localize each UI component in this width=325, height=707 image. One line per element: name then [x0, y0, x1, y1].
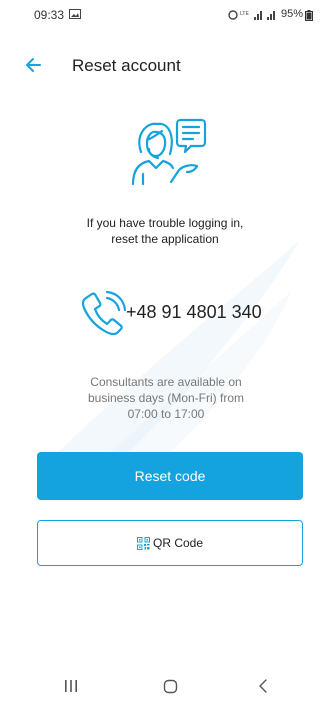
- phone-number[interactable]: +48 91 4801 340: [126, 302, 262, 323]
- network-signal-icon: LTE: [228, 10, 275, 20]
- qr-code-label: QR Code: [152, 536, 204, 550]
- reset-account-screen: 09:33 LTE 95% Reset account If you have …: [0, 0, 325, 707]
- intro-line-2: reset the application: [111, 232, 219, 246]
- recent-apps-icon[interactable]: [64, 679, 78, 693]
- system-navigation-bar: [0, 662, 325, 707]
- svg-text:LTE: LTE: [240, 11, 249, 17]
- availability-line-2: business days (Mon-Fri) from: [87, 391, 245, 405]
- background-watermark: [40, 240, 300, 500]
- availability-line-3: 07:00 to 17:00: [127, 407, 205, 421]
- intro-text: If you have trouble logging in, reset th…: [40, 215, 290, 247]
- battery-icon: [305, 10, 313, 21]
- consultant-chat-icon: [131, 118, 207, 186]
- page-title: Reset account: [72, 56, 181, 75]
- phone-ringing-icon[interactable]: [77, 290, 129, 336]
- status-time: 09:33: [34, 8, 65, 22]
- reset-code-button[interactable]: Reset code: [37, 452, 303, 500]
- back-arrow-icon[interactable]: [20, 52, 46, 78]
- home-icon[interactable]: [163, 679, 178, 694]
- gallery-notification-icon: [69, 9, 81, 19]
- battery-level: 95%: [281, 8, 304, 20]
- availability-line-1: Consultants are available on: [90, 375, 242, 389]
- status-bar: 09:33 LTE 95%: [0, 0, 325, 30]
- qr-code-button[interactable]: QR Code: [37, 520, 303, 566]
- reset-code-label: Reset code: [134, 468, 206, 484]
- intro-line-1: If you have trouble logging in,: [86, 216, 244, 230]
- availability-text: Consultants are available on business da…: [70, 374, 262, 422]
- nav-back-icon[interactable]: [257, 678, 269, 694]
- qr-code-icon: [136, 536, 150, 550]
